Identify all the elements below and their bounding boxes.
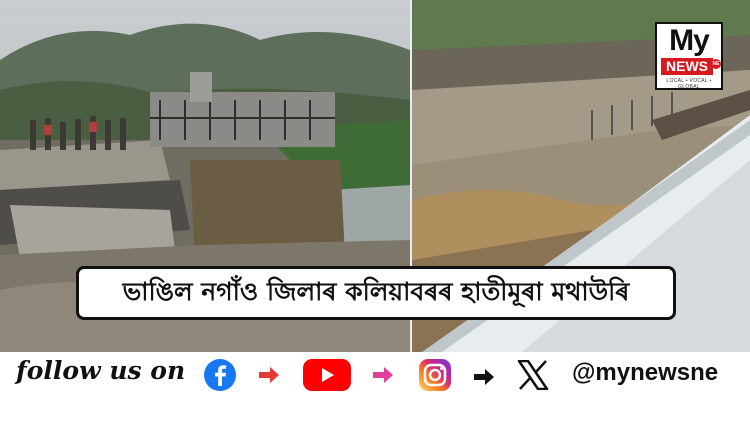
facebook-icon[interactable] xyxy=(203,358,237,396)
mynewsne-logo: My NEWS NE LOCAL • VOCAL • GLOBAL xyxy=(655,22,723,90)
logo-ne-badge: NE xyxy=(711,59,721,69)
youtube-icon[interactable] xyxy=(303,359,351,395)
social-handle[interactable]: @mynewsne xyxy=(572,359,718,387)
x-icon[interactable] xyxy=(517,359,549,394)
follow-us-text: follow us on xyxy=(16,356,186,385)
headline-box: ভাঙিল নগাঁও জিলাৰ কলিয়াবৰৰ হাতীমূৰা মথা… xyxy=(76,266,676,320)
instagram-icon[interactable] xyxy=(418,358,452,396)
arrow-icon-1 xyxy=(258,367,280,387)
logo-news-text: NEWS xyxy=(661,58,713,75)
logo-tagline: LOCAL • VOCAL • GLOBAL xyxy=(666,78,712,90)
arrow-icon-2 xyxy=(372,367,394,387)
headline-text: ভাঙিল নগাঁও জিলাৰ কলিয়াবৰৰ হাতীমূৰা মথা… xyxy=(122,276,630,306)
logo-my-text: My xyxy=(669,24,710,57)
arrow-icon-3 xyxy=(473,369,495,389)
